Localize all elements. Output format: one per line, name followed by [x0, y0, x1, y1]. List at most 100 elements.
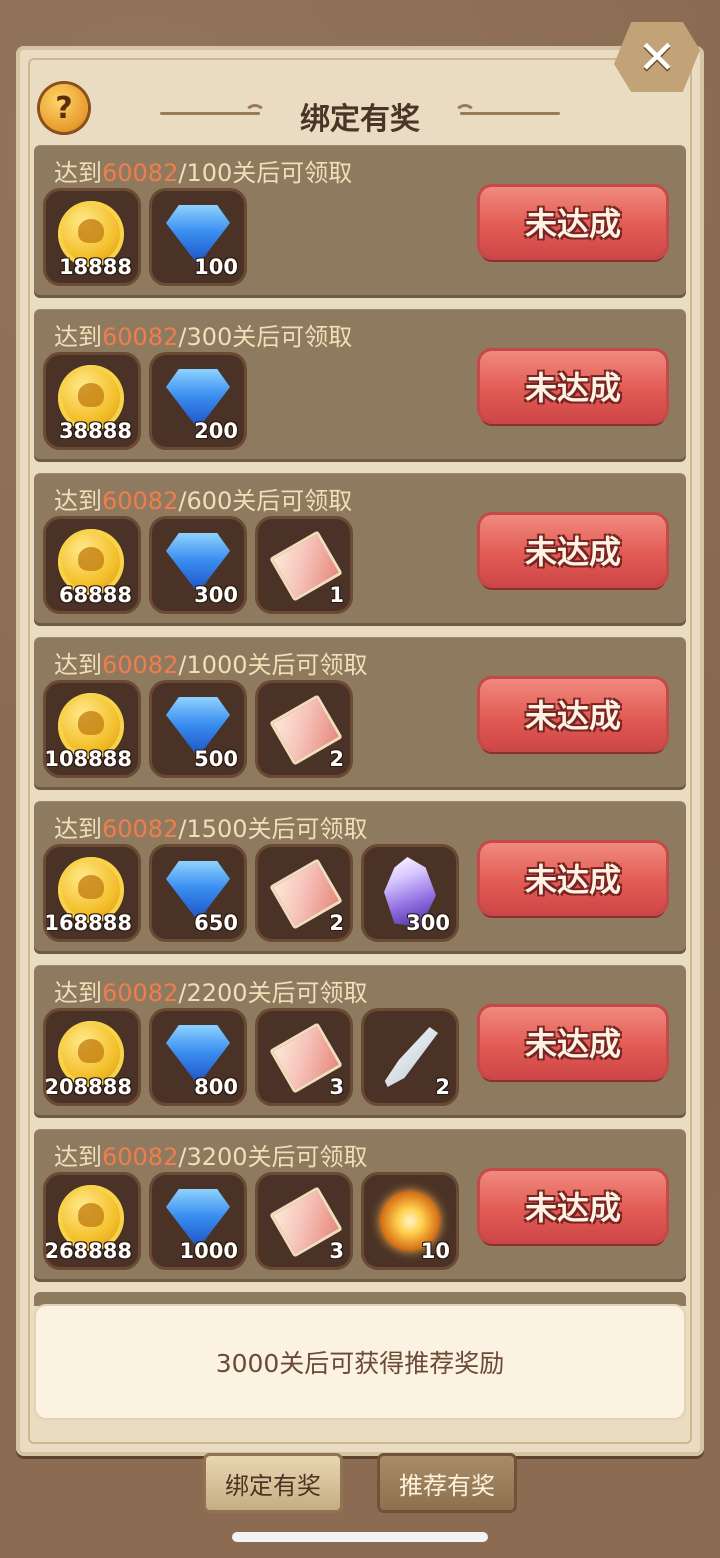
reward-item[interactable]: 38888	[46, 355, 138, 447]
claim-button-label: 未达成	[524, 369, 621, 407]
claim-button-label: 未达成	[524, 1189, 621, 1227]
current-level: 60082	[102, 159, 179, 187]
current-level: 60082	[102, 979, 179, 1007]
question-icon: ?	[55, 90, 73, 126]
list-item: 达到60082/3200关后可领取 268888 1000 3 10 未达成	[34, 1129, 686, 1279]
reward-item[interactable]: 168888	[46, 847, 138, 939]
reward-item[interactable]: 10	[364, 1175, 456, 1267]
title-ornament-right	[454, 104, 560, 115]
reward-quantity: 500	[194, 747, 238, 771]
reward-item[interactable]: 268888	[46, 1175, 138, 1267]
reward-list[interactable]: 达到60082/100关后可领取 18888 100 未达成 达到60082/300关后…	[34, 145, 686, 1293]
reward-quantity: 108888	[46, 747, 132, 771]
reward-item[interactable]: 2	[364, 1011, 456, 1103]
notice-box: 3000关后可获得推荐奖励	[36, 1306, 684, 1418]
home-indicator[interactable]	[232, 1532, 488, 1542]
current-level: 60082	[102, 651, 179, 679]
requirement-text: 达到60082/2200关后可领取	[54, 973, 368, 1008]
reward-item[interactable]: 650	[152, 847, 244, 939]
claim-button-label: 未达成	[524, 205, 621, 243]
reward-items: 208888 800 3 2	[46, 1011, 456, 1103]
reward-quantity: 2	[329, 747, 344, 771]
list-item: 达到60082/1500关后可领取 168888 650 2 300 未达成	[34, 801, 686, 951]
reward-quantity: 200	[194, 419, 238, 443]
current-level: 60082	[102, 323, 179, 351]
requirement-prefix: 达到	[54, 815, 102, 843]
claim-button-label: 未达成	[524, 1025, 621, 1063]
reward-quantity: 168888	[46, 911, 132, 935]
claim-button[interactable]: 未达成	[480, 843, 666, 913]
requirement-text: 达到60082/600关后可领取	[54, 481, 352, 516]
target-level: /1500关后可领取	[178, 815, 368, 843]
reward-item[interactable]: 100	[152, 191, 244, 283]
target-level: /2200关后可领取	[178, 979, 368, 1007]
target-level: /3200关后可领取	[178, 1143, 368, 1171]
reward-quantity: 268888	[46, 1239, 132, 1263]
target-level: /100关后可领取	[178, 159, 353, 187]
reward-item[interactable]: 2	[258, 683, 350, 775]
requirement-prefix: 达到	[54, 651, 102, 679]
reward-quantity: 68888	[58, 583, 132, 607]
notice-text: 3000关后可获得推荐奖励	[215, 1349, 505, 1378]
close-icon: ✕	[637, 30, 677, 84]
requirement-prefix: 达到	[54, 487, 102, 515]
reward-item[interactable]: 200	[152, 355, 244, 447]
reward-item[interactable]: 68888	[46, 519, 138, 611]
current-level: 60082	[102, 487, 179, 515]
requirement-text: 达到60082/1500关后可领取	[54, 809, 368, 844]
reward-items: 168888 650 2 300	[46, 847, 456, 939]
reward-item[interactable]: 800	[152, 1011, 244, 1103]
tab-bind-reward[interactable]: 绑定有奖	[206, 1456, 340, 1510]
current-level: 60082	[102, 815, 179, 843]
claim-button[interactable]: 未达成	[480, 351, 666, 421]
reward-item[interactable]: 500	[152, 683, 244, 775]
reward-item[interactable]: 300	[152, 519, 244, 611]
reward-item[interactable]: 3	[258, 1175, 350, 1267]
reward-items: 18888 100	[46, 191, 244, 283]
reward-quantity: 3	[329, 1075, 344, 1099]
reward-item[interactable]: 3	[258, 1011, 350, 1103]
requirement-prefix: 达到	[54, 159, 102, 187]
claim-button[interactable]: 未达成	[480, 1007, 666, 1077]
reward-item[interactable]: 1000	[152, 1175, 244, 1267]
close-button[interactable]: ✕	[614, 22, 700, 92]
claim-button[interactable]: 未达成	[480, 515, 666, 585]
target-level: /300关后可领取	[178, 323, 353, 351]
reward-item[interactable]: 1	[258, 519, 350, 611]
page-title: 绑定有奖	[300, 102, 420, 137]
reward-quantity: 208888	[46, 1075, 132, 1099]
claim-button-label: 未达成	[524, 697, 621, 735]
reward-item[interactable]: 108888	[46, 683, 138, 775]
requirement-text: 达到60082/300关后可领取	[54, 317, 352, 352]
reward-quantity: 1000	[179, 1239, 238, 1263]
claim-button[interactable]: 未达成	[480, 187, 666, 257]
reward-item[interactable]: 208888	[46, 1011, 138, 1103]
reward-items: 108888 500 2	[46, 683, 350, 775]
feather-icon	[384, 1027, 438, 1087]
requirement-text: 达到60082/1000关后可领取	[54, 645, 368, 680]
claim-button-label: 未达成	[524, 533, 621, 571]
reward-quantity: 38888	[58, 419, 132, 443]
list-item: 达到60082/300关后可领取 38888 200 未达成	[34, 309, 686, 459]
reward-quantity: 2	[435, 1075, 450, 1099]
requirement-text: 达到60082/100关后可领取	[54, 153, 352, 188]
requirement-prefix: 达到	[54, 979, 102, 1007]
help-button[interactable]: ?	[40, 84, 88, 132]
reward-quantity: 100	[194, 255, 238, 279]
reward-item[interactable]: 2	[258, 847, 350, 939]
claim-button[interactable]: 未达成	[480, 1171, 666, 1241]
reward-items: 268888 1000 3 10	[46, 1175, 456, 1267]
reward-quantity: 10	[420, 1239, 450, 1263]
tab-bar: 绑定有奖 推荐有奖	[0, 1456, 720, 1516]
reward-item[interactable]: 300	[364, 847, 456, 939]
reward-item[interactable]: 18888	[46, 191, 138, 283]
reward-quantity: 650	[194, 911, 238, 935]
reward-items: 68888 300 1	[46, 519, 350, 611]
target-level: /600关后可领取	[178, 487, 353, 515]
requirement-text: 达到60082/3200关后可领取	[54, 1137, 368, 1172]
reward-quantity: 2	[329, 911, 344, 935]
list-item: 达到60082/2200关后可领取 208888 800 3 2 未达成	[34, 965, 686, 1115]
claim-button[interactable]: 未达成	[480, 679, 666, 749]
list-item-partial	[34, 1292, 686, 1306]
tab-recommend-reward[interactable]: 推荐有奖	[380, 1456, 514, 1510]
